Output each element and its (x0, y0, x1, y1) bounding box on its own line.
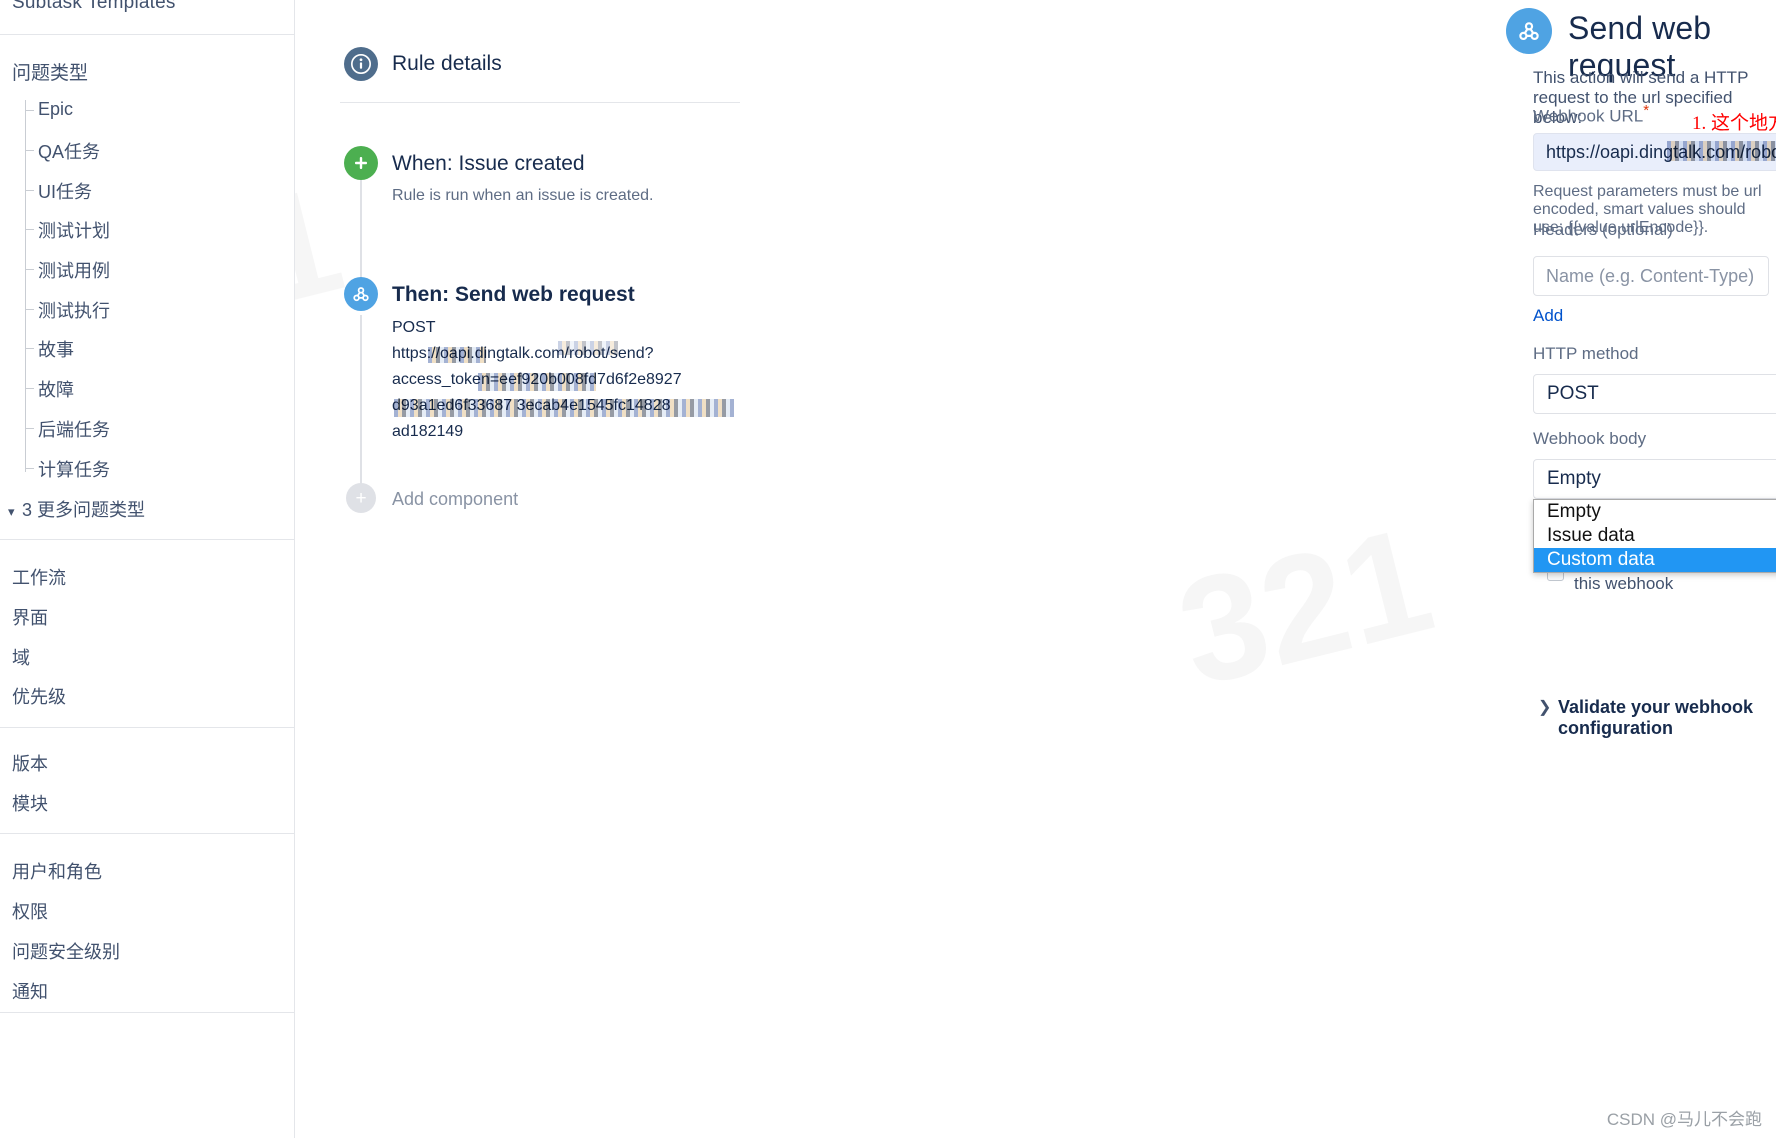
add-component-label[interactable]: Add component (392, 489, 518, 510)
sidebar-item-components[interactable]: 模块 (12, 790, 48, 816)
http-method-select[interactable]: POST (1533, 374, 1776, 414)
sidebar-item-issue-security[interactable]: 问题安全级别 (12, 938, 120, 964)
sidebar-item-ui-task[interactable]: UI任务 (38, 178, 92, 204)
rule-chain: Rule details When: Issue created Rule is… (308, 0, 748, 1138)
credit-watermark: CSDN @马儿不会跑 (1606, 1110, 1762, 1129)
sidebar-more-label: 3 更多问题类型 (22, 500, 146, 520)
annotation-1: 1. 这个地方填写钉钉机器人的webhook (1692, 113, 1776, 134)
tree-branch (25, 269, 34, 270)
webhook-body-label: Webhook body (1533, 429, 1647, 448)
sidebar-item-notifications[interactable]: 通知 (12, 978, 48, 1004)
tree-branch (25, 428, 34, 429)
sidebar-divider (0, 1012, 295, 1013)
sidebar-divider (0, 833, 295, 834)
tree-branch (25, 150, 34, 151)
sidebar-group-issue-types: 问题类型 (12, 63, 89, 84)
sidebar-item-fault[interactable]: 故障 (38, 376, 74, 402)
then-url-line-3: d93a1ed6f33687 3ecab4e1545fc14828 (392, 397, 671, 414)
validate-webhook-link[interactable]: Validate your webhook configuration (1558, 697, 1776, 739)
sidebar-item-priorities[interactable]: 优先级 (12, 683, 66, 709)
required-asterisk: * (1643, 102, 1650, 119)
action-panel: Send web request This action will send a… (752, 0, 1776, 1138)
sidebar-header: Subtask Templates (12, 0, 176, 13)
then-url-line-1: https://oapi.dingtalk.com/robot/send? (392, 345, 654, 362)
sidebar-item-screens[interactable]: 界面 (12, 604, 48, 630)
send-web-request-header-icon (1506, 8, 1552, 54)
http-method-label: HTTP method (1533, 344, 1639, 363)
sidebar-item-compute-task[interactable]: 计算任务 (38, 456, 110, 482)
chevron-down-icon: ▾ (8, 504, 15, 519)
sidebar-more-issue-types[interactable]: ▾ 3 更多问题类型 (8, 496, 145, 522)
tree-line (25, 100, 26, 472)
sidebar-divider (0, 727, 295, 728)
dropdown-option-custom-data[interactable]: Custom data (1534, 548, 1776, 572)
sidebar-item-epic[interactable]: Epic (38, 99, 73, 120)
when-trigger-icon (344, 146, 378, 180)
chain-connector (360, 315, 362, 485)
http-method-value: POST (1547, 383, 1599, 404)
tree-branch (25, 309, 34, 310)
sidebar-item-story[interactable]: 故事 (38, 336, 74, 362)
chevron-right-icon[interactable]: ❯ (1538, 697, 1551, 717)
rule-details-title: Rule details (392, 52, 502, 75)
sidebar-item-fields[interactable]: 域 (12, 644, 30, 670)
sidebar-item-permissions[interactable]: 权限 (12, 898, 48, 924)
headers-label: Headers (optional) (1533, 220, 1673, 239)
dropdown-option-issue-data[interactable]: Issue data (1534, 524, 1776, 548)
tree-branch (25, 190, 34, 191)
add-header-link[interactable]: Add (1533, 306, 1563, 326)
add-component-icon[interactable]: + (346, 483, 376, 513)
webhook-body-select[interactable]: Empty (1533, 459, 1776, 499)
sidebar-divider (0, 34, 295, 35)
delay-text-line2: this webhook (1574, 574, 1674, 593)
header-name-input[interactable] (1533, 256, 1769, 296)
tree-branch (25, 388, 34, 389)
sidebar-item-workflow[interactable]: 工作流 (12, 564, 66, 590)
webhook-url-input[interactable] (1533, 133, 1776, 171)
sidebar-item-test-plan[interactable]: 测试计划 (38, 217, 110, 243)
tree-branch (25, 110, 34, 111)
tree-branch (25, 348, 34, 349)
webhook-body-dropdown[interactable]: Empty Issue data Custom data (1533, 499, 1776, 573)
sidebar-item-test-case[interactable]: 测试用例 (38, 257, 110, 283)
sidebar-item-versions[interactable]: 版本 (12, 750, 48, 776)
webhook-url-label: Webhook URL* (1533, 102, 1649, 127)
rule-details-icon (344, 47, 378, 81)
then-title: Then: Send web request (392, 283, 635, 306)
dropdown-option-empty[interactable]: Empty (1534, 500, 1776, 524)
tree-branch (25, 229, 34, 230)
sidebar-item-backend-task[interactable]: 后端任务 (38, 416, 110, 442)
when-title: When: Issue created (392, 152, 585, 175)
webhook-body-value: Empty (1547, 468, 1601, 489)
sidebar-divider (0, 539, 295, 540)
then-url-line-2: access_token=eef920b008fd7d6f2e8927 (392, 371, 682, 388)
sidebar: Subtask Templates 问题类型 Epic QA任务 UI任务 测试… (0, 0, 295, 1138)
sidebar-item-test-exec[interactable]: 测试执行 (38, 297, 110, 323)
sidebar-item-users-roles[interactable]: 用户和角色 (12, 858, 102, 884)
tree-branch (25, 468, 34, 469)
then-url-line-4: ad182149 (392, 423, 464, 440)
chain-connector (360, 180, 362, 290)
then-method: POST (392, 319, 436, 336)
send-web-request-icon (344, 277, 378, 311)
chain-divider (340, 102, 740, 103)
sidebar-item-qa-task[interactable]: QA任务 (38, 138, 100, 164)
webhook-url-label-text: Webhook URL (1533, 106, 1644, 126)
when-subtitle: Rule is run when an issue is created. (392, 187, 654, 204)
